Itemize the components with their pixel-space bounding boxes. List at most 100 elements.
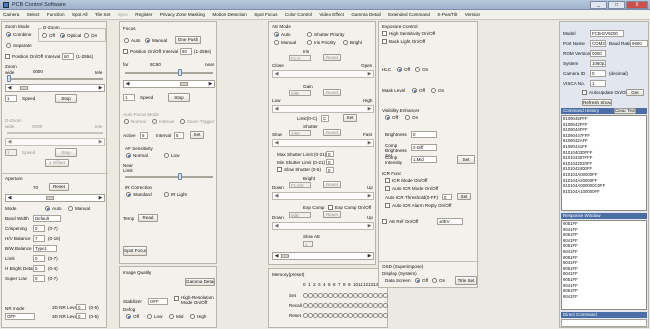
ve-on-radio[interactable] bbox=[405, 115, 410, 120]
zoom-speed-input[interactable]: 1 bbox=[5, 95, 17, 102]
zoom-scrollbar[interactable]: ◀ ▶ bbox=[5, 84, 105, 92]
dzoom-on-radio[interactable] bbox=[84, 33, 89, 38]
brightness-select[interactable]: 0 bbox=[411, 131, 437, 138]
menu-privacy-zone[interactable]: Privacy Zone Masking bbox=[157, 10, 208, 19]
icr-set-button[interactable]: Set bbox=[457, 193, 471, 200]
ae-iris-priority-radio[interactable] bbox=[307, 40, 312, 45]
dzoom-optical-radio[interactable] bbox=[60, 33, 65, 38]
focus-right-arrow-icon[interactable]: ▶ bbox=[207, 81, 214, 87]
super-low-input[interactable]: 0 bbox=[33, 275, 45, 282]
shutter-reset-button[interactable]: Reset bbox=[323, 129, 341, 136]
zoom-right-arrow-icon[interactable]: ▶ bbox=[97, 85, 104, 91]
auto-icr-alarm-checkbox[interactable] bbox=[385, 203, 390, 208]
history-list-item[interactable]: 810104A100000FF bbox=[562, 189, 646, 195]
bright-left-arrow-icon[interactable]: ◀ bbox=[273, 193, 280, 199]
focus-slider-thumb[interactable] bbox=[178, 69, 182, 76]
dzoom-right-arrow-icon[interactable]: ▶ bbox=[97, 139, 104, 145]
aperture-reset-button[interactable]: Reset bbox=[49, 183, 69, 191]
aperture-left-arrow-icon[interactable]: ◀ bbox=[6, 195, 13, 201]
ae-bright-radio[interactable] bbox=[343, 40, 348, 45]
mask-on-radio[interactable] bbox=[431, 88, 436, 93]
menu-spot-focus[interactable]: Spot Focus bbox=[251, 10, 280, 19]
exp-left-arrow-icon[interactable]: ◀ bbox=[273, 223, 280, 229]
slow-shutter-input[interactable]: 0 bbox=[326, 167, 334, 173]
memory-set-C-radio[interactable] bbox=[383, 293, 388, 298]
aperture-right-arrow-icon[interactable]: ▶ bbox=[97, 195, 104, 201]
ve-off-radio[interactable] bbox=[385, 115, 390, 120]
limit-set-button[interactable]: Set bbox=[343, 114, 357, 122]
menu-sync[interactable]: Sync bbox=[115, 10, 131, 19]
memory-reset-C-radio[interactable] bbox=[383, 313, 388, 318]
shutter-right-arrow-icon[interactable]: ▶ bbox=[366, 140, 373, 146]
aperture-manual-radio[interactable] bbox=[68, 206, 73, 211]
menu-version[interactable]: Version bbox=[462, 10, 483, 19]
auto-icr-checkbox[interactable] bbox=[385, 186, 390, 191]
af-sens-normal-radio[interactable] bbox=[126, 153, 131, 158]
ir-light-radio[interactable] bbox=[164, 192, 169, 197]
hlc-on-radio[interactable] bbox=[415, 67, 420, 72]
baud-rate-select[interactable]: 9600 bbox=[630, 40, 648, 47]
zoom-position-checkbox[interactable] bbox=[5, 54, 10, 59]
ir-standard-radio[interactable] bbox=[126, 192, 131, 197]
osd-on-radio[interactable] bbox=[432, 278, 437, 283]
focus-scroll-thumb[interactable] bbox=[180, 82, 188, 86]
defog-off-radio[interactable] bbox=[126, 314, 131, 319]
ae-manual-radio[interactable] bbox=[274, 40, 279, 45]
slow-ae-scroll-thumb[interactable] bbox=[281, 254, 289, 258]
aperture-scroll-thumb[interactable] bbox=[46, 196, 54, 200]
title-set-button[interactable]: Title Set bbox=[455, 276, 477, 285]
focus-stop-button[interactable]: Stop bbox=[168, 93, 190, 102]
gain-reset-button[interactable]: Reset bbox=[323, 89, 341, 96]
band-width-select[interactable]: Default bbox=[33, 215, 61, 222]
memory-recall-C-radio[interactable] bbox=[383, 303, 388, 308]
aperture-auto-radio[interactable] bbox=[45, 206, 50, 211]
menu-color-control[interactable]: Color Control bbox=[282, 10, 315, 19]
dzoom-off-radio[interactable] bbox=[42, 33, 47, 38]
bright-right-arrow-icon[interactable]: ▶ bbox=[366, 193, 373, 199]
af-interval-radio[interactable] bbox=[152, 119, 157, 124]
bright-reset-button[interactable]: Reset bbox=[323, 181, 341, 188]
menu-gamma-detail[interactable]: Gamma Detail bbox=[348, 10, 383, 19]
ae-ref-checkbox[interactable] bbox=[382, 219, 387, 224]
menu-spot-all[interactable]: Spot All bbox=[69, 10, 91, 19]
shutter-left-arrow-icon[interactable]: ◀ bbox=[273, 140, 280, 146]
ve-set-button[interactable]: Set bbox=[457, 155, 475, 164]
spot-focus-button[interactable]: Spot Focus bbox=[123, 246, 147, 256]
defog-high-radio[interactable] bbox=[190, 314, 195, 319]
model-input[interactable]: FCB-EV9200 bbox=[590, 30, 624, 37]
one-push-button[interactable]: One Push bbox=[175, 36, 201, 44]
dzoom-scrollbar[interactable]: ◀ ▶ bbox=[5, 138, 105, 146]
menu-extended-command[interactable]: Extended Command bbox=[385, 10, 433, 19]
af-sens-low-radio[interactable] bbox=[164, 153, 169, 158]
focus-speed-input[interactable]: 1 bbox=[123, 94, 135, 101]
backlight-checkbox[interactable] bbox=[382, 39, 387, 44]
focus-position-checkbox[interactable] bbox=[123, 49, 128, 54]
ae-shutter-priority-radio[interactable] bbox=[307, 32, 312, 37]
max-shutter-input[interactable]: 0 bbox=[326, 151, 334, 157]
exp-comp-reset-button[interactable]: Reset bbox=[323, 211, 341, 218]
combine-radio[interactable] bbox=[6, 32, 11, 37]
hv-balance-input[interactable]: 7 bbox=[33, 235, 45, 242]
limit-input[interactable]: 0 bbox=[33, 255, 45, 262]
slow-ae-scrollbar[interactable]: ◀ ▶ bbox=[272, 252, 374, 260]
focus-interval-input[interactable]: 60 bbox=[180, 48, 192, 55]
comp-brightness-set-select[interactable]: 2-Diff bbox=[411, 144, 437, 151]
gamma-detail-button[interactable]: Gamma Detail bbox=[185, 278, 215, 286]
osd-off-radio[interactable] bbox=[415, 278, 420, 283]
limit-input[interactable]: C bbox=[321, 115, 329, 122]
iris-right-arrow-icon[interactable]: ▶ bbox=[366, 71, 373, 77]
dzoom-slider[interactable] bbox=[7, 132, 103, 134]
visca-no-input[interactable]: 1 bbox=[590, 80, 606, 87]
near-limit-slider[interactable] bbox=[125, 176, 213, 178]
x-offset-button[interactable]: x Offset bbox=[45, 159, 69, 167]
icr-mode-checkbox[interactable] bbox=[385, 178, 390, 183]
focus-manual-radio[interactable] bbox=[145, 38, 150, 43]
focus-left-arrow-icon[interactable]: ◀ bbox=[124, 81, 131, 87]
zoom-interval-input[interactable]: 60 bbox=[62, 53, 74, 60]
high-sensitivity-checkbox[interactable] bbox=[382, 31, 387, 36]
menu-select[interactable]: Select bbox=[24, 10, 43, 19]
dzoom-speed-input[interactable]: 1 bbox=[5, 149, 17, 156]
zoom-slider[interactable] bbox=[7, 78, 103, 80]
menu-register[interactable]: Register bbox=[132, 10, 155, 19]
menu-camera[interactable]: Camera bbox=[0, 10, 22, 19]
